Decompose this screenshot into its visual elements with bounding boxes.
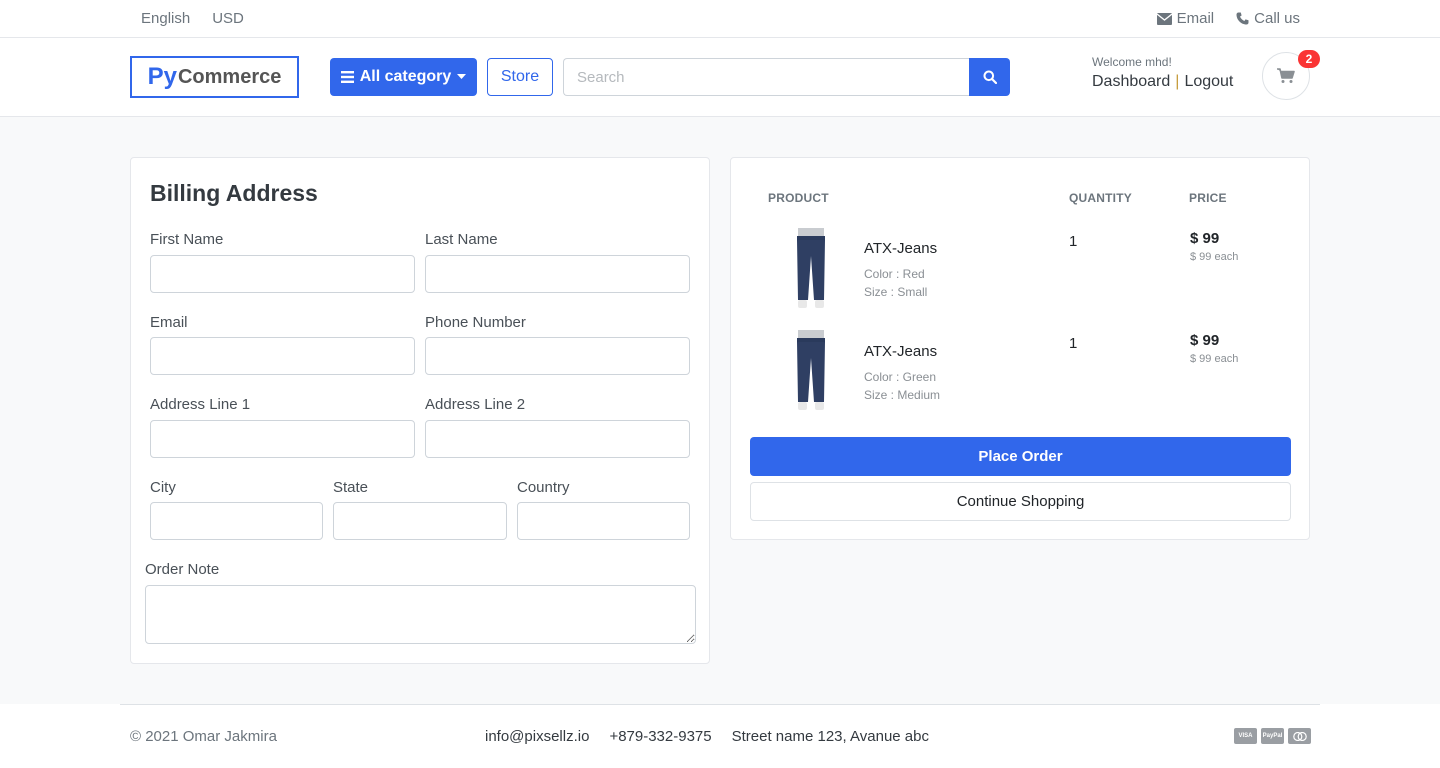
city-label: City <box>150 479 176 496</box>
shopping-cart-icon <box>1277 68 1295 83</box>
product-color: Color : Green <box>864 370 937 384</box>
phone-label: Phone Number <box>425 314 526 331</box>
address-line-2-label: Address Line 2 <box>425 396 526 413</box>
product-quantity: 1 <box>1069 233 1078 250</box>
email-label: Email <box>150 314 188 331</box>
welcome-text: Welcome mhd! <box>1092 55 1172 69</box>
logo-py: Py <box>147 63 177 90</box>
product-name[interactable]: ATX-Jeans <box>864 343 937 360</box>
column-header-product: PRODUCT <box>768 191 829 205</box>
logout-link[interactable]: Logout <box>1184 73 1233 91</box>
all-category-button[interactable]: All category <box>330 58 477 96</box>
product-price: $ 99 <box>1190 230 1220 247</box>
footer: © 2021 Omar Jakmira info@pixsellz.io +87… <box>0 704 1440 768</box>
address-line-1-field[interactable] <box>150 420 415 458</box>
column-header-quantity: QUANTITY <box>1069 191 1132 205</box>
mastercard-icon <box>1288 728 1311 744</box>
order-summary-card: PRODUCT QUANTITY PRICE ATX-Jeans Color :… <box>730 157 1310 540</box>
bars-icon <box>340 71 354 83</box>
product-image-jeans[interactable] <box>781 228 841 310</box>
product-name[interactable]: ATX-Jeans <box>864 240 937 257</box>
top-bar-right: Email Call us <box>1156 10 1300 27</box>
top-bar: English USD Email Call us <box>0 0 1440 38</box>
address-line-2-field[interactable] <box>425 420 690 458</box>
copyright-text: © 2021 Omar Jakmira <box>130 728 277 745</box>
order-note-field[interactable] <box>145 585 696 644</box>
product-unit-price: $ 99 each <box>1190 251 1239 263</box>
product-image-jeans[interactable] <box>781 330 841 412</box>
last-name-label: Last Name <box>425 231 498 248</box>
product-size: Size : Medium <box>864 388 941 402</box>
country-label: Country <box>517 479 570 496</box>
phone-icon <box>1236 12 1249 25</box>
account-links: Dashboard | Logout <box>1092 73 1233 91</box>
city-field[interactable] <box>150 502 323 540</box>
product-quantity: 1 <box>1069 335 1078 352</box>
currency-selector[interactable]: USD <box>212 10 244 27</box>
continue-shopping-button[interactable]: Continue Shopping <box>750 482 1291 521</box>
product-unit-price: $ 99 each <box>1190 353 1239 365</box>
call-link-label: Call us <box>1254 10 1300 27</box>
logo-commerce: Commerce <box>177 65 282 88</box>
footer-divider <box>120 704 1320 705</box>
country-field[interactable] <box>517 502 690 540</box>
search-button[interactable] <box>969 58 1010 96</box>
language-selector[interactable]: English <box>141 10 190 27</box>
billing-address-card: Billing Address First Name Last Name Ema… <box>130 157 710 664</box>
caret-down-icon <box>457 74 467 79</box>
first-name-label: First Name <box>150 231 224 248</box>
paypal-icon: PayPal <box>1261 728 1284 744</box>
product-price: $ 99 <box>1190 332 1220 349</box>
product-size: Size : Small <box>864 285 928 299</box>
footer-phone[interactable]: +879-332-9375 <box>609 728 711 745</box>
footer-contacts: info@pixsellz.io +879-332-9375 Street na… <box>485 728 929 745</box>
call-link[interactable]: Call us <box>1236 10 1300 27</box>
logo[interactable]: Py Commerce <box>130 56 299 98</box>
all-category-label: All category <box>359 68 452 85</box>
main-header: PyCommerce All category Store Welcome mh… <box>0 38 1440 117</box>
place-order-button[interactable]: Place Order <box>750 437 1291 476</box>
footer-email[interactable]: info@pixsellz.io <box>485 728 589 745</box>
search-icon <box>983 70 997 84</box>
last-name-field[interactable] <box>425 255 690 293</box>
top-bar-left: English USD <box>141 10 244 27</box>
email-link-label: Email <box>1176 10 1215 27</box>
phone-field[interactable] <box>425 337 690 375</box>
dashboard-link[interactable]: Dashboard <box>1092 73 1170 91</box>
link-separator: | <box>1175 73 1180 90</box>
footer-address: Street name 123, Avanue abc <box>731 728 929 745</box>
search-input[interactable] <box>563 58 970 96</box>
email-field[interactable] <box>150 337 415 375</box>
cart-count-badge: 2 <box>1298 50 1320 68</box>
address-line-1-label: Address Line 1 <box>150 396 251 413</box>
product-color: Color : Red <box>864 267 925 281</box>
store-button[interactable]: Store <box>487 58 553 96</box>
state-field[interactable] <box>333 502 507 540</box>
billing-title: Billing Address <box>150 180 318 206</box>
envelope-icon <box>1156 12 1172 25</box>
state-label: State <box>333 479 369 496</box>
first-name-field[interactable] <box>150 255 415 293</box>
column-header-price: PRICE <box>1189 191 1227 205</box>
email-link[interactable]: Email <box>1156 10 1215 27</box>
order-note-label: Order Note <box>145 561 220 578</box>
payment-icons: VISA PayPal <box>1234 728 1311 744</box>
visa-icon: VISA <box>1234 728 1257 744</box>
